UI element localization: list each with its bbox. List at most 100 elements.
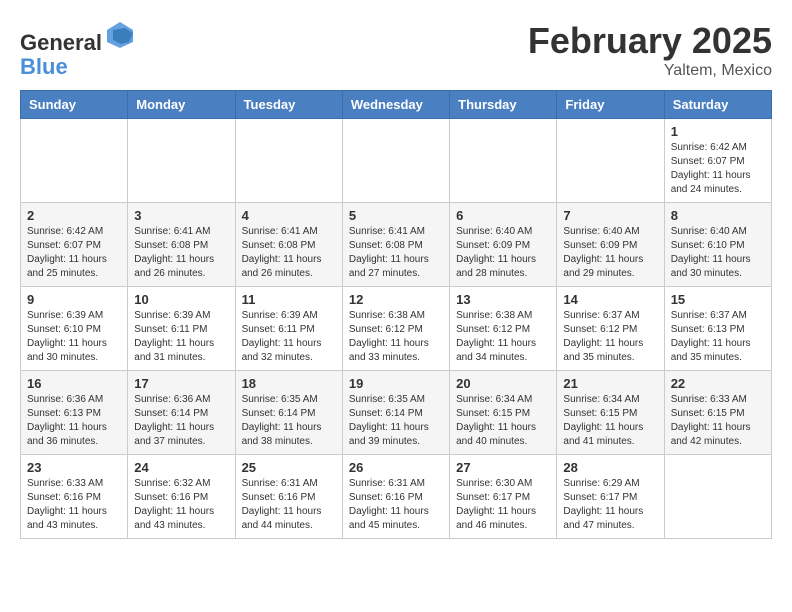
day-number: 4 <box>242 208 336 223</box>
weekday-header: Sunday <box>21 91 128 119</box>
calendar-cell: 6 Sunrise: 6:40 AM Sunset: 6:09 PM Daylig… <box>450 203 557 287</box>
day-number: 19 <box>349 376 443 391</box>
calendar-cell: 25 Sunrise: 6:31 AM Sunset: 6:16 PM Dayli… <box>235 455 342 539</box>
day-number: 17 <box>134 376 228 391</box>
calendar-week-row: 23 Sunrise: 6:33 AM Sunset: 6:16 PM Dayli… <box>21 455 772 539</box>
month-title: February 2025 <box>528 20 772 62</box>
calendar-cell: 21 Sunrise: 6:34 AM Sunset: 6:15 PM Dayli… <box>557 371 664 455</box>
weekday-header: Wednesday <box>342 91 449 119</box>
day-number: 16 <box>27 376 121 391</box>
calendar-cell <box>235 119 342 203</box>
weekday-header: Tuesday <box>235 91 342 119</box>
calendar-cell <box>557 119 664 203</box>
day-number: 27 <box>456 460 550 475</box>
day-number: 6 <box>456 208 550 223</box>
day-number: 14 <box>563 292 657 307</box>
calendar-cell: 2Sunrise: 6:42 AM Sunset: 6:07 PM Daylig… <box>21 203 128 287</box>
day-info: Sunrise: 6:35 AM Sunset: 6:14 PM Dayligh… <box>349 393 443 449</box>
day-number: 13 <box>456 292 550 307</box>
calendar-cell: 18 Sunrise: 6:35 AM Sunset: 6:14 PM Dayli… <box>235 371 342 455</box>
calendar-cell: 23 Sunrise: 6:33 AM Sunset: 6:16 PM Dayli… <box>21 455 128 539</box>
day-number: 9 <box>27 292 121 307</box>
day-info: Sunrise: 6:30 AM Sunset: 6:17 PM Dayligh… <box>456 477 550 533</box>
calendar-cell <box>664 455 771 539</box>
day-info: Sunrise: 6:37 AM Sunset: 6:13 PM Dayligh… <box>671 309 765 365</box>
day-number: 5 <box>349 208 443 223</box>
day-number: 25 <box>242 460 336 475</box>
day-info: Sunrise: 6:39 AM Sunset: 6:11 PM Dayligh… <box>134 309 228 365</box>
calendar-cell: 9 Sunrise: 6:39 AM Sunset: 6:10 PM Daylig… <box>21 287 128 371</box>
calendar-cell: 20 Sunrise: 6:34 AM Sunset: 6:15 PM Dayli… <box>450 371 557 455</box>
day-info: Sunrise: 6:36 AM Sunset: 6:14 PM Dayligh… <box>134 393 228 449</box>
title-block: February 2025 Yaltem, Mexico <box>528 20 772 80</box>
calendar-cell: 1 Sunrise: 6:42 AM Sunset: 6:07 PM Daylig… <box>664 119 771 203</box>
day-info: Sunrise: 6:36 AM Sunset: 6:13 PM Dayligh… <box>27 393 121 449</box>
calendar-cell: 12 Sunrise: 6:38 AM Sunset: 6:12 PM Dayli… <box>342 287 449 371</box>
calendar-cell: 5 Sunrise: 6:41 AM Sunset: 6:08 PM Daylig… <box>342 203 449 287</box>
calendar-cell: 28Sunrise: 6:29 AM Sunset: 6:17 PM Dayli… <box>557 455 664 539</box>
day-info: Sunrise: 6:34 AM Sunset: 6:15 PM Dayligh… <box>456 393 550 449</box>
day-info: Sunrise: 6:35 AM Sunset: 6:14 PM Dayligh… <box>242 393 336 449</box>
calendar-cell <box>128 119 235 203</box>
calendar-cell <box>342 119 449 203</box>
weekday-header: Monday <box>128 91 235 119</box>
day-number: 21 <box>563 376 657 391</box>
page-header: General Blue February 2025 Yaltem, Mexic… <box>20 20 772 80</box>
day-number: 8 <box>671 208 765 223</box>
calendar-cell: 16 Sunrise: 6:36 AM Sunset: 6:13 PM Dayli… <box>21 371 128 455</box>
day-number: 22 <box>671 376 765 391</box>
weekday-header: Saturday <box>664 91 771 119</box>
day-info: Sunrise: 6:42 AM Sunset: 6:07 PM Dayligh… <box>671 141 765 197</box>
calendar-week-row: 1 Sunrise: 6:42 AM Sunset: 6:07 PM Daylig… <box>21 119 772 203</box>
day-info: Sunrise: 6:33 AM Sunset: 6:15 PM Dayligh… <box>671 393 765 449</box>
day-number: 11 <box>242 292 336 307</box>
day-info: Sunrise: 6:41 AM Sunset: 6:08 PM Dayligh… <box>134 225 228 281</box>
day-info: Sunrise: 6:40 AM Sunset: 6:10 PM Dayligh… <box>671 225 765 281</box>
day-info: Sunrise: 6:38 AM Sunset: 6:12 PM Dayligh… <box>349 309 443 365</box>
weekday-header: Thursday <box>450 91 557 119</box>
calendar-cell: 7 Sunrise: 6:40 AM Sunset: 6:09 PM Daylig… <box>557 203 664 287</box>
day-number: 26 <box>349 460 443 475</box>
day-info: Sunrise: 6:41 AM Sunset: 6:08 PM Dayligh… <box>242 225 336 281</box>
day-number: 10 <box>134 292 228 307</box>
calendar-week-row: 2Sunrise: 6:42 AM Sunset: 6:07 PM Daylig… <box>21 203 772 287</box>
day-number: 20 <box>456 376 550 391</box>
logo: General Blue <box>20 20 135 79</box>
logo-blue: Blue <box>20 54 68 79</box>
day-number: 3 <box>134 208 228 223</box>
day-info: Sunrise: 6:34 AM Sunset: 6:15 PM Dayligh… <box>563 393 657 449</box>
calendar-week-row: 16 Sunrise: 6:36 AM Sunset: 6:13 PM Dayli… <box>21 371 772 455</box>
day-info: Sunrise: 6:39 AM Sunset: 6:10 PM Dayligh… <box>27 309 121 365</box>
day-number: 7 <box>563 208 657 223</box>
day-info: Sunrise: 6:32 AM Sunset: 6:16 PM Dayligh… <box>134 477 228 533</box>
day-number: 2 <box>27 208 121 223</box>
day-number: 24 <box>134 460 228 475</box>
calendar-cell: 17 Sunrise: 6:36 AM Sunset: 6:14 PM Dayli… <box>128 371 235 455</box>
location: Yaltem, Mexico <box>528 62 772 80</box>
day-info: Sunrise: 6:37 AM Sunset: 6:12 PM Dayligh… <box>563 309 657 365</box>
calendar-cell: 27 Sunrise: 6:30 AM Sunset: 6:17 PM Dayli… <box>450 455 557 539</box>
calendar-week-row: 9 Sunrise: 6:39 AM Sunset: 6:10 PM Daylig… <box>21 287 772 371</box>
calendar-cell: 26 Sunrise: 6:31 AM Sunset: 6:16 PM Dayli… <box>342 455 449 539</box>
day-number: 12 <box>349 292 443 307</box>
calendar-cell: 19 Sunrise: 6:35 AM Sunset: 6:14 PM Dayli… <box>342 371 449 455</box>
day-number: 15 <box>671 292 765 307</box>
day-info: Sunrise: 6:31 AM Sunset: 6:16 PM Dayligh… <box>349 477 443 533</box>
calendar-cell: 22 Sunrise: 6:33 AM Sunset: 6:15 PM Dayli… <box>664 371 771 455</box>
logo-icon <box>105 20 135 50</box>
day-info: Sunrise: 6:41 AM Sunset: 6:08 PM Dayligh… <box>349 225 443 281</box>
day-info: Sunrise: 6:40 AM Sunset: 6:09 PM Dayligh… <box>563 225 657 281</box>
day-number: 18 <box>242 376 336 391</box>
day-info: Sunrise: 6:38 AM Sunset: 6:12 PM Dayligh… <box>456 309 550 365</box>
day-info: Sunrise: 6:31 AM Sunset: 6:16 PM Dayligh… <box>242 477 336 533</box>
calendar-cell: 10 Sunrise: 6:39 AM Sunset: 6:11 PM Dayli… <box>128 287 235 371</box>
calendar-cell: 15 Sunrise: 6:37 AM Sunset: 6:13 PM Dayli… <box>664 287 771 371</box>
day-info: Sunrise: 6:33 AM Sunset: 6:16 PM Dayligh… <box>27 477 121 533</box>
day-number: 1 <box>671 124 765 139</box>
day-number: 23 <box>27 460 121 475</box>
calendar-cell: 11 Sunrise: 6:39 AM Sunset: 6:11 PM Dayli… <box>235 287 342 371</box>
day-info: Sunrise: 6:40 AM Sunset: 6:09 PM Dayligh… <box>456 225 550 281</box>
day-info: Sunrise: 6:39 AM Sunset: 6:11 PM Dayligh… <box>242 309 336 365</box>
logo-general: General <box>20 30 102 55</box>
calendar-table: SundayMondayTuesdayWednesdayThursdayFrid… <box>20 90 772 539</box>
